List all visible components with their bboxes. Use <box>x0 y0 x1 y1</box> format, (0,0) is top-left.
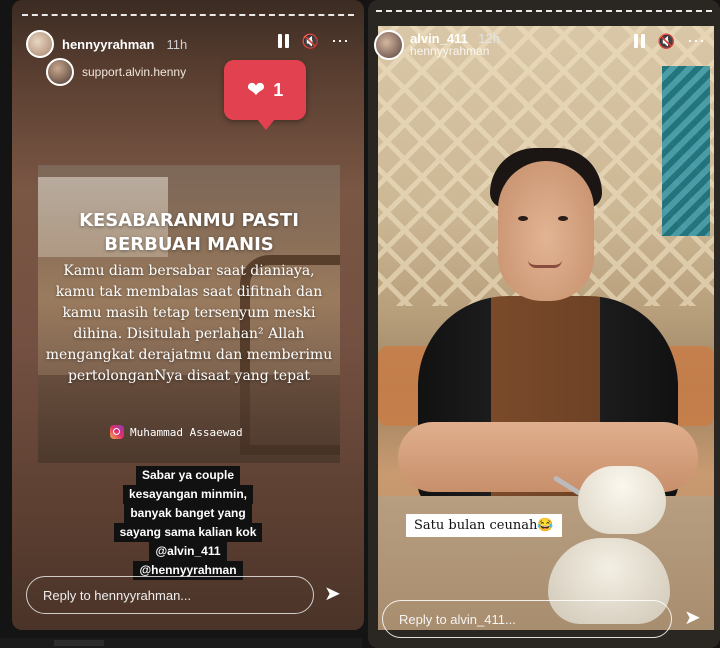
bowl <box>578 466 666 534</box>
avatar[interactable] <box>26 30 54 58</box>
more-icon[interactable]: ⋯ <box>331 32 350 50</box>
caption-line: kesayangan minmin, <box>122 485 254 504</box>
quote-title: KESABARANMU PASTI BERBUAH MANIS <box>79 210 299 255</box>
mute-icon[interactable]: 🔇 <box>302 34 319 48</box>
story-caption: Sabar ya couple kesayangan minmin, banya… <box>52 466 324 580</box>
story-photo <box>378 26 714 630</box>
story-caption: Satu bulan ceunah😂 <box>406 514 562 537</box>
bottom-strip <box>0 638 362 648</box>
story-username[interactable]: hennyyrahman <box>62 37 154 52</box>
more-icon[interactable]: ⋯ <box>687 32 706 50</box>
story-header: hennyyrahman 11h <box>26 30 187 58</box>
reposted-from[interactable]: support.alvin.henny <box>46 58 186 86</box>
send-icon[interactable]: ➤ <box>684 608 701 628</box>
story-header: alvin_411 12h hennyyrahman <box>374 30 500 60</box>
reply-placeholder: Reply to hennyyrahman... <box>43 587 192 603</box>
story-time: 11h <box>166 36 188 52</box>
caption-line: Sabar ya couple <box>135 466 241 485</box>
reply-input[interactable]: Reply to hennyyrahman... <box>26 576 314 614</box>
story-controls: 🔇 ⋯ <box>633 32 706 50</box>
story-progress-bar <box>376 10 712 12</box>
reposted-username[interactable]: support.alvin.henny <box>82 65 186 79</box>
like-count: 1 <box>273 79 284 100</box>
like-notification-badge: ❤ 1 <box>224 60 306 130</box>
caption-line: sayang sama kalian kok <box>113 523 263 542</box>
story-progress-bar <box>22 14 354 16</box>
reposted-avatar[interactable] <box>46 58 74 86</box>
mention-alvin[interactable]: @alvin_411 <box>149 542 227 561</box>
story-alvin[interactable]: alvin_411 12h hennyyrahman 🔇 ⋯ Satu bula… <box>368 0 720 648</box>
quote-signature-text: Muhammad Assaewad <box>130 425 243 439</box>
quote-signature: Muhammad Assaewad <box>110 425 243 439</box>
stories-viewer: hennyyrahman 11h 🔇 ⋯ support.alvin.henny… <box>0 0 720 648</box>
pause-icon[interactable] <box>277 34 290 48</box>
caption-line: banyak banget yang <box>124 504 252 523</box>
pause-icon[interactable] <box>633 34 646 48</box>
mute-icon[interactable]: 🔇 <box>658 34 675 48</box>
quote-body: Kamu diam bersabar saat dianiaya, kamu t… <box>45 263 333 384</box>
story-hennyyrahman[interactable]: hennyyrahman 11h 🔇 ⋯ support.alvin.henny… <box>12 0 364 630</box>
reply-placeholder: Reply to alvin_411... <box>399 611 516 627</box>
quote-image: KESABARANMU PASTI BERBUAH MANIS Kamu dia… <box>38 165 340 463</box>
avatar[interactable] <box>374 30 404 60</box>
instagram-icon <box>110 425 124 439</box>
tagged-username[interactable]: hennyyrahman <box>410 45 500 58</box>
story-controls: 🔇 ⋯ <box>277 32 350 50</box>
heart-icon: ❤ <box>246 77 266 102</box>
reply-input[interactable]: Reply to alvin_411... <box>382 600 672 638</box>
send-icon[interactable]: ➤ <box>324 584 341 604</box>
